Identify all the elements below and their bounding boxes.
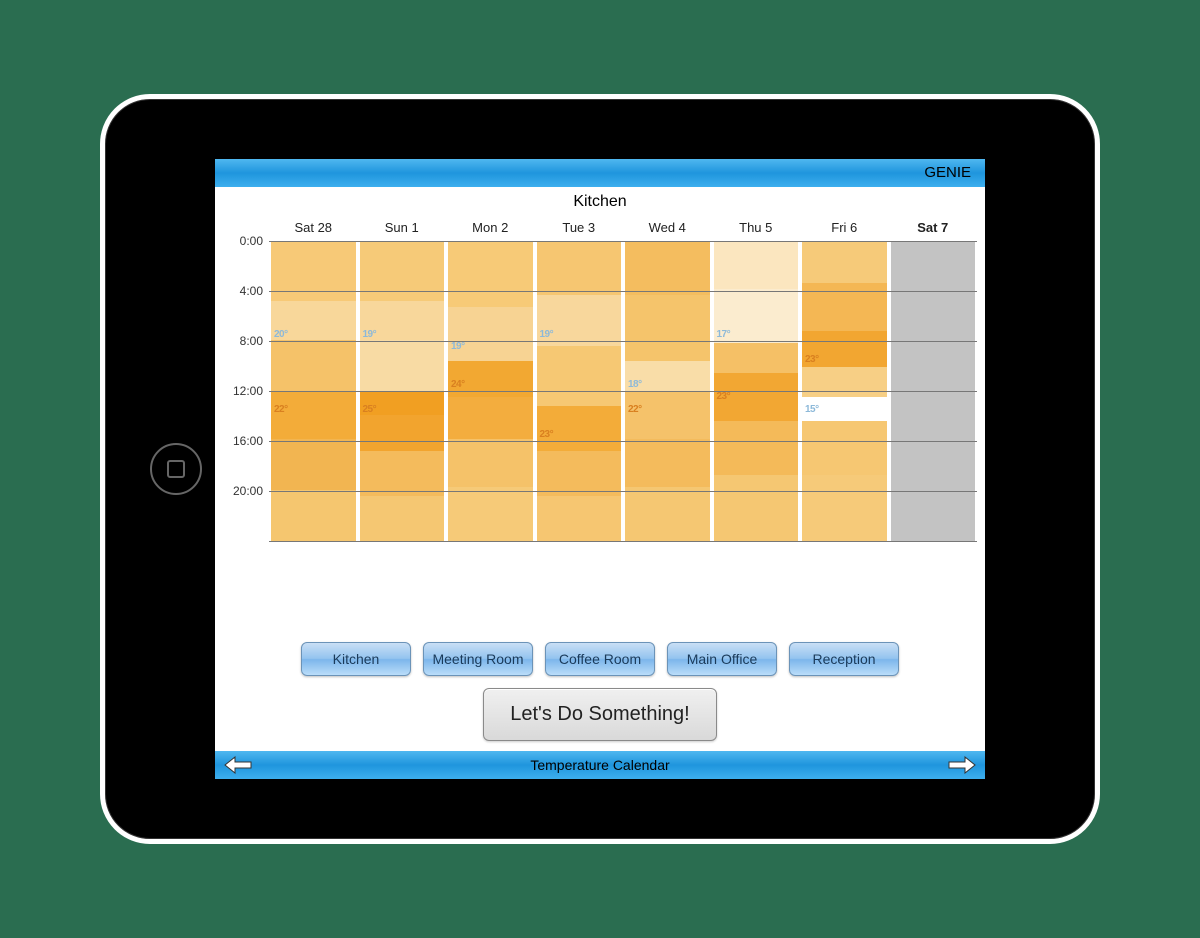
heat-band [271,241,356,301]
footer-title: Temperature Calendar [530,751,669,779]
day-header: Tue 3 [535,215,624,241]
home-button[interactable] [150,443,202,495]
cta-button[interactable]: Let's Do Something! [483,688,716,741]
room-button-coffee-room[interactable]: Coffee Room [545,642,655,676]
heat-band [537,451,622,496]
heat-band [537,346,622,406]
heat-band [537,241,622,295]
temperature-label: 20° [274,329,288,340]
heat-band [714,475,799,541]
page-title: Kitchen [215,193,985,211]
heat-band [271,340,356,391]
day-headers: Sat 28Sun 1Mon 2Tue 3Wed 4Thu 5Fri 6Sat … [269,215,977,241]
temperature-label: 19° [451,341,465,352]
heat-band [802,367,887,397]
heat-band [271,439,356,490]
heat-band [625,241,710,295]
heat-band [448,397,533,439]
heat-band [714,343,799,373]
temperature-label: 19° [363,329,377,340]
heat-band [271,391,356,439]
day-header: Thu 5 [712,215,801,241]
room-button-meeting-room[interactable]: Meeting Room [423,642,533,676]
heat-band [537,496,622,541]
day-header: Wed 4 [623,215,712,241]
grid-line [269,541,977,542]
room-button-kitchen[interactable]: Kitchen [301,642,411,676]
heat-band [714,241,799,289]
heat-band [360,241,445,301]
temperature-label: 25° [363,404,377,415]
next-button[interactable] [947,754,977,776]
room-button-reception[interactable]: Reception [789,642,899,676]
calendar-grid: Sat 28Sun 1Mon 2Tue 3Wed 4Thu 5Fri 6Sat … [269,215,977,630]
heat-band [448,487,533,541]
temperature-label: 23° [540,429,554,440]
heat-band [271,490,356,541]
top-bar: GENIE [215,159,985,187]
heat-band [625,487,710,541]
heat-band [625,295,710,361]
room-buttons: Kitchen Meeting Room Coffee Room Main Offic… [215,642,985,676]
day-header: Sat 7 [889,215,978,241]
content-area: Kitchen 0:004:008:0012:0016:0020:00 Sat … [215,187,985,751]
temperature-label: 24° [451,379,465,390]
heat-band [802,475,887,541]
grid-line [269,241,977,242]
heat-band [448,241,533,307]
arrow-left-icon [224,756,252,774]
prev-button[interactable] [223,754,253,776]
day-header: Mon 2 [446,215,535,241]
heat-band [448,439,533,487]
time-label: 20:00 [223,491,269,541]
grid-line [269,441,977,442]
grid-line [269,341,977,342]
grid-line [269,491,977,492]
day-header: Sun 1 [358,215,447,241]
temperature-label: 15° [805,404,819,415]
day-header: Sat 28 [269,215,358,241]
cta-row: Let's Do Something! [215,688,985,741]
temperature-label: 19° [540,329,554,340]
heat-band [625,391,710,439]
brand-label: GENIE [924,159,971,187]
heat-band [802,421,887,475]
heat-band [714,421,799,475]
heat-band [448,307,533,361]
app-screen: GENIE Kitchen 0:004:008:0012:0016:0020:0… [215,159,985,779]
temperature-label: 22° [628,404,642,415]
room-button-main-office[interactable]: Main Office [667,642,777,676]
heat-band [360,496,445,541]
calendar-rows: 20° 22° 19° 25° 19° 24° 19° 23° 18° 22° 17° 23° 23° 1… [269,241,977,541]
heat-band [360,340,445,391]
temperature-label: 23° [717,391,731,402]
calendar: 0:004:008:0012:0016:0020:00 Sat 28Sun 1M… [215,215,985,630]
temperature-label: 17° [717,329,731,340]
time-axis: 0:004:008:0012:0016:0020:00 [223,215,269,630]
heat-band [360,451,445,496]
heat-band [802,241,887,283]
temperature-label: 18° [628,379,642,390]
heat-band [360,415,445,451]
grid-line [269,291,977,292]
heat-band [625,439,710,487]
day-header: Fri 6 [800,215,889,241]
arrow-right-icon [948,756,976,774]
temperature-label: 23° [805,354,819,365]
tablet-frame: GENIE Kitchen 0:004:008:0012:0016:0020:0… [100,94,1100,844]
temperature-label: 22° [274,404,288,415]
bottom-bar: Temperature Calendar [215,751,985,779]
grid-line [269,391,977,392]
